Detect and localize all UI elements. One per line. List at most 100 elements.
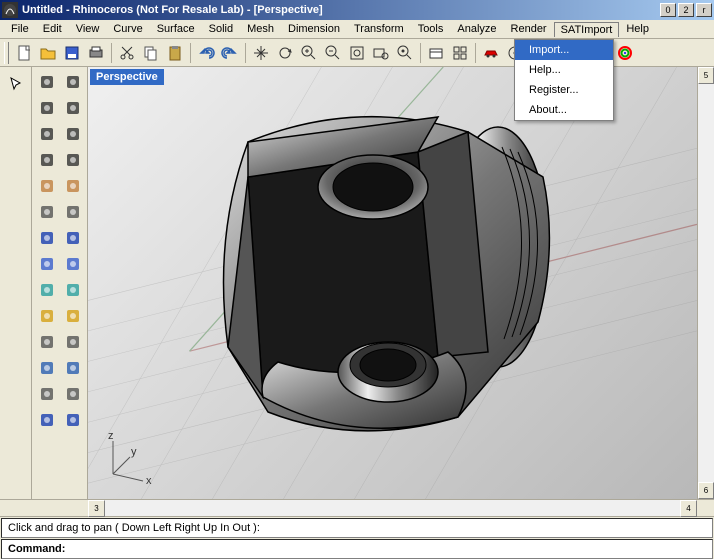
dropdown-item-import[interactable]: Import... [515,40,613,60]
zoom-selected-icon[interactable] [393,41,417,65]
command-input[interactable] [69,543,706,555]
pipe-icon[interactable] [61,278,85,302]
polyline-icon[interactable] [61,70,85,94]
menu-analyze[interactable]: Analyze [450,21,503,37]
named-view-icon[interactable] [424,41,448,65]
new-file-icon[interactable] [12,41,36,65]
box-icon[interactable] [35,252,59,276]
gear-icon[interactable] [35,304,59,328]
scroll-track-h[interactable] [105,500,680,516]
command-label: Command: [8,543,65,555]
explode-icon[interactable] [35,226,59,250]
restore-button[interactable]: 2 [678,3,694,17]
menu-edit[interactable]: Edit [36,21,69,37]
scroll-up-button[interactable]: 5 [698,67,714,84]
polygon-icon[interactable] [61,122,85,146]
car-icon[interactable] [479,41,503,65]
4view-icon[interactable] [448,41,472,65]
color-icon[interactable] [35,356,59,380]
rotate-icon[interactable] [35,148,59,172]
horizontal-scrollbar[interactable]: 3 4 [0,499,714,516]
plane-icon[interactable] [61,174,85,198]
curve-icon[interactable] [61,148,85,172]
zoom-extents-icon[interactable] [345,41,369,65]
dropdown-item-register[interactable]: Register... [515,80,613,100]
window-controls: 0 2 r [660,3,712,17]
corner-icon[interactable] [35,200,59,224]
zoom-in-icon[interactable] [297,41,321,65]
colors-icon[interactable] [61,356,85,380]
zoom-window-icon[interactable] [369,41,393,65]
dropdown-item-help[interactable]: Help... [515,60,613,80]
undo-icon[interactable] [194,41,218,65]
menu-file[interactable]: File [4,21,36,37]
point-icon[interactable] [35,70,59,94]
rectangle-icon[interactable] [35,122,59,146]
offset-icon[interactable] [61,226,85,250]
line-icon[interactable] [61,200,85,224]
sphere-icon[interactable] [61,252,85,276]
copy-icon[interactable] [139,41,163,65]
viewport-label[interactable]: Perspective [90,69,164,85]
cut-icon[interactable] [115,41,139,65]
side-toolbar [32,67,88,499]
minimize-button[interactable]: 0 [660,3,676,17]
menu-transform[interactable]: Transform [347,21,411,37]
curve3-icon[interactable] [61,382,85,406]
dropdown-item-about[interactable]: About... [515,100,613,120]
circle-icon[interactable] [35,96,59,120]
menu-view[interactable]: View [69,21,107,37]
menu-satimport[interactable]: SATImport [554,22,620,37]
satimport-menu-dropdown: Import...Help...Register...About... [514,39,614,121]
menu-solid[interactable]: Solid [202,21,240,37]
menu-render[interactable]: Render [504,21,554,37]
menu-help[interactable]: Help [619,21,656,37]
measure2-icon[interactable] [61,330,85,354]
toolbar-separator [111,43,112,63]
axis-indicator: x y z [98,429,158,489]
title-bar: Untitled - Rhinoceros (Not For Resale La… [0,0,714,20]
curve2-icon[interactable] [35,382,59,406]
app-icon [2,2,18,18]
left-tool-panel [0,67,32,499]
menu-tools[interactable]: Tools [411,21,451,37]
zoom-out-icon[interactable] [321,41,345,65]
menu-curve[interactable]: Curve [106,21,149,37]
command-line[interactable]: Command: [1,539,713,559]
menu-bar: FileEditViewCurveSurfaceSolidMeshDimensi… [0,20,714,39]
cylinder-icon[interactable] [35,278,59,302]
scroll-left-button[interactable]: 3 [88,500,105,517]
arrow-select-icon[interactable] [3,72,29,96]
status-area: Click and drag to pan ( Down Left Right … [0,516,714,559]
close-button[interactable]: r [696,3,712,17]
vertical-scrollbar[interactable]: 5 6 [697,67,714,499]
scroll-down-button[interactable]: 6 [698,482,714,499]
scroll-track-v[interactable] [698,84,714,482]
toolbar-separator [190,43,191,63]
open-file-icon[interactable] [36,41,60,65]
menu-surface[interactable]: Surface [150,21,202,37]
axis-x-label: x [146,475,152,487]
main-area: Perspective [0,67,714,499]
rotate-view-icon[interactable] [273,41,297,65]
paste-icon[interactable] [163,41,187,65]
toolbar-separator [475,43,476,63]
text2-icon[interactable] [61,408,85,432]
measure-icon[interactable] [35,330,59,354]
surface-icon[interactable] [35,174,59,198]
pan-icon[interactable] [249,41,273,65]
scroll-right-button[interactable]: 4 [680,500,697,517]
viewport-perspective[interactable]: Perspective [88,67,697,499]
redo-icon[interactable] [218,41,242,65]
window-title: Untitled - Rhinoceros (Not For Resale La… [22,4,660,16]
toolbar-handle[interactable] [4,42,9,64]
menu-dimension[interactable]: Dimension [281,21,347,37]
save-icon[interactable] [60,41,84,65]
explode2-icon[interactable] [61,304,85,328]
layers-rainbow-icon[interactable] [613,41,637,65]
arc-icon[interactable] [61,96,85,120]
text-icon[interactable] [35,408,59,432]
toolbar-separator [245,43,246,63]
menu-mesh[interactable]: Mesh [240,21,281,37]
print-icon[interactable] [84,41,108,65]
